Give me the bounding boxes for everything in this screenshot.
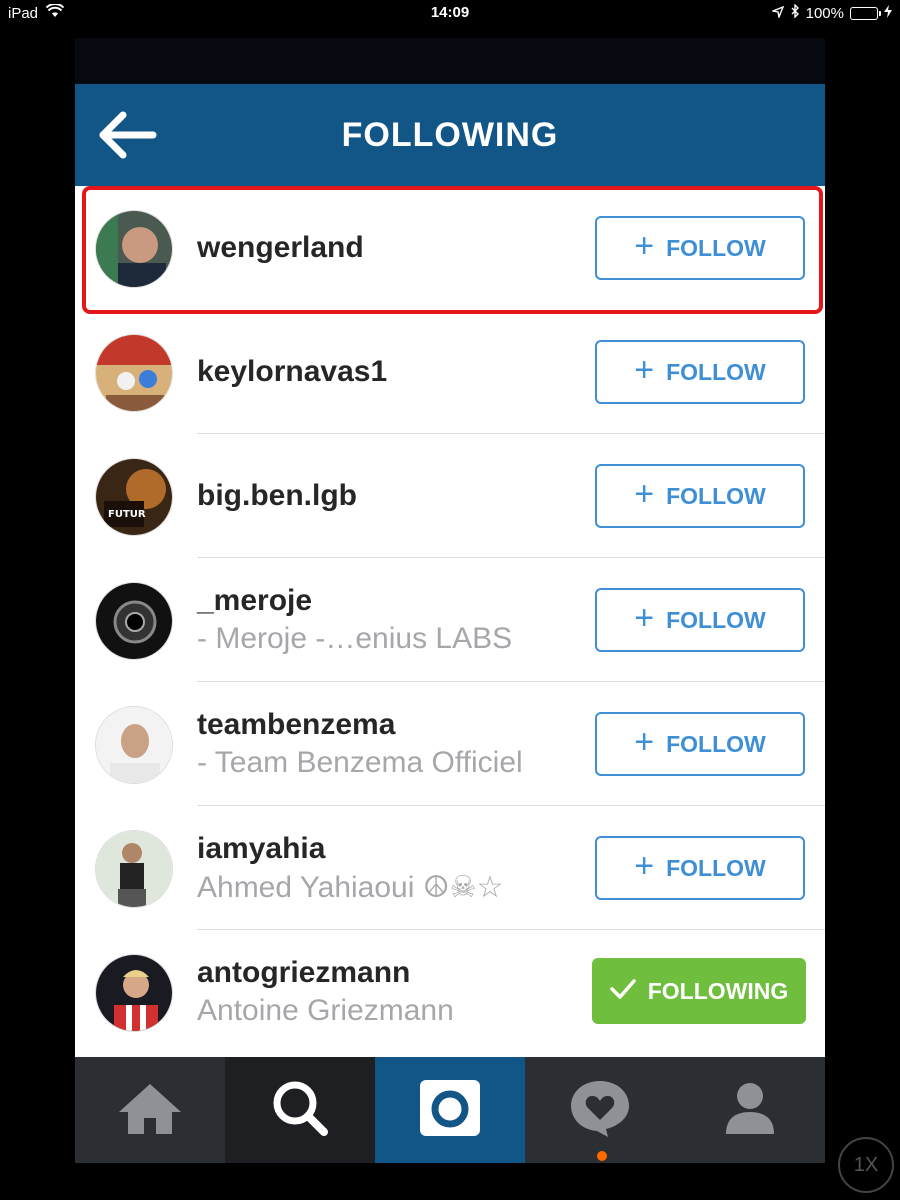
full-name: - Meroje -…enius LABS [197,622,513,655]
list-item: teambenzema - Team Benzema Officiel + FOL… [75,682,825,806]
avatar[interactable] [95,706,173,784]
username[interactable]: wengerland [197,231,577,265]
bluetooth-icon [790,3,800,22]
avatar[interactable]: FUTUR [95,458,173,536]
bottom-tab-bar [75,1057,825,1163]
location-icon [770,5,784,22]
username[interactable]: antogriezmann [197,956,577,990]
header: FOLLOWING [75,84,825,186]
profile-icon [722,1080,778,1141]
follow-button-label: FOLLOW [666,730,766,757]
avatar[interactable] [95,334,173,412]
plus-icon: + [634,847,655,885]
avatar[interactable] [95,830,173,908]
search-icon [270,1078,330,1143]
follow-button-label: FOLLOW [666,482,766,509]
username[interactable]: keylornavas1 [197,355,577,389]
battery-icon [850,6,881,20]
avatar[interactable] [95,954,173,1032]
charging-icon [884,4,892,22]
follow-button-label: FOLLOW [666,854,766,881]
plus-icon: + [634,599,655,637]
avatar[interactable] [95,210,173,288]
tab-activity[interactable] [525,1057,675,1163]
svg-text:FUTUR: FUTUR [108,509,146,520]
username[interactable]: iamyahia [197,832,577,866]
username[interactable]: teambenzema [197,708,577,742]
following-list: wengerland + FOLLOW keylornavas1 + FOLLOW … [75,186,825,1054]
full-name: Ahmed Yahiaoui ☮☠☆ [197,870,504,904]
app-window: FOLLOWING wengerland + FOLLOW keylornavas… [75,38,825,1163]
list-item: iamyahia Ahmed Yahiaoui ☮☠☆ + FOLLOW [75,806,825,930]
plus-icon: + [634,351,655,389]
status-time: 14:09 [430,4,470,21]
username[interactable]: big.ben.lgb [197,479,577,513]
follow-button-label: FOLLOW [666,234,766,261]
battery-percent: 100% [805,4,844,22]
notification-dot [597,1151,607,1161]
tab-profile[interactable] [675,1057,825,1163]
list-item: antogriezmann Antoine Griezmann FOLLOWIN… [75,930,825,1054]
plus-icon: + [634,723,655,761]
back-arrow-icon[interactable] [99,111,157,159]
tab-camera[interactable] [375,1057,525,1163]
checkmark-icon [609,978,636,1005]
list-item: wengerland + FOLLOW [75,186,825,310]
list-item: FUTUR big.ben.lgb + FOLLOW [75,434,825,558]
tab-home[interactable] [75,1057,225,1163]
list-item: keylornavas1 + FOLLOW [75,310,825,434]
follow-button[interactable]: + FOLLOW [595,216,805,280]
zoom-button[interactable]: 1X [838,1137,894,1193]
follow-button[interactable]: + FOLLOW [595,836,805,900]
plus-icon: + [634,475,655,513]
plus-icon: + [634,227,655,265]
follow-button[interactable]: + FOLLOW [595,588,805,652]
follow-button[interactable]: + FOLLOW [595,464,805,528]
status-bar: iPad 14:09 100% [0,0,900,26]
page-title: FOLLOWING [341,115,559,154]
follow-button-label: FOLLOW [666,358,766,385]
tab-search[interactable] [225,1057,375,1163]
following-button-label: FOLLOWING [647,977,789,1004]
heart-bubble-icon [568,1077,632,1144]
full-name: Antoine Griezmann [197,994,454,1027]
following-button[interactable]: FOLLOWING [592,958,806,1024]
home-icon [117,1080,183,1141]
username[interactable]: _meroje [197,584,577,618]
top-bar [75,38,825,84]
list-item: _meroje - Meroje -…enius LABS + FOLLOW [75,558,825,682]
follow-button-label: FOLLOW [666,606,766,633]
follow-button[interactable]: + FOLLOW [595,340,805,404]
full-name: - Team Benzema Officiel [197,746,523,779]
camera-icon [418,1078,482,1143]
follow-button[interactable]: + FOLLOW [595,712,805,776]
avatar[interactable] [95,582,173,660]
